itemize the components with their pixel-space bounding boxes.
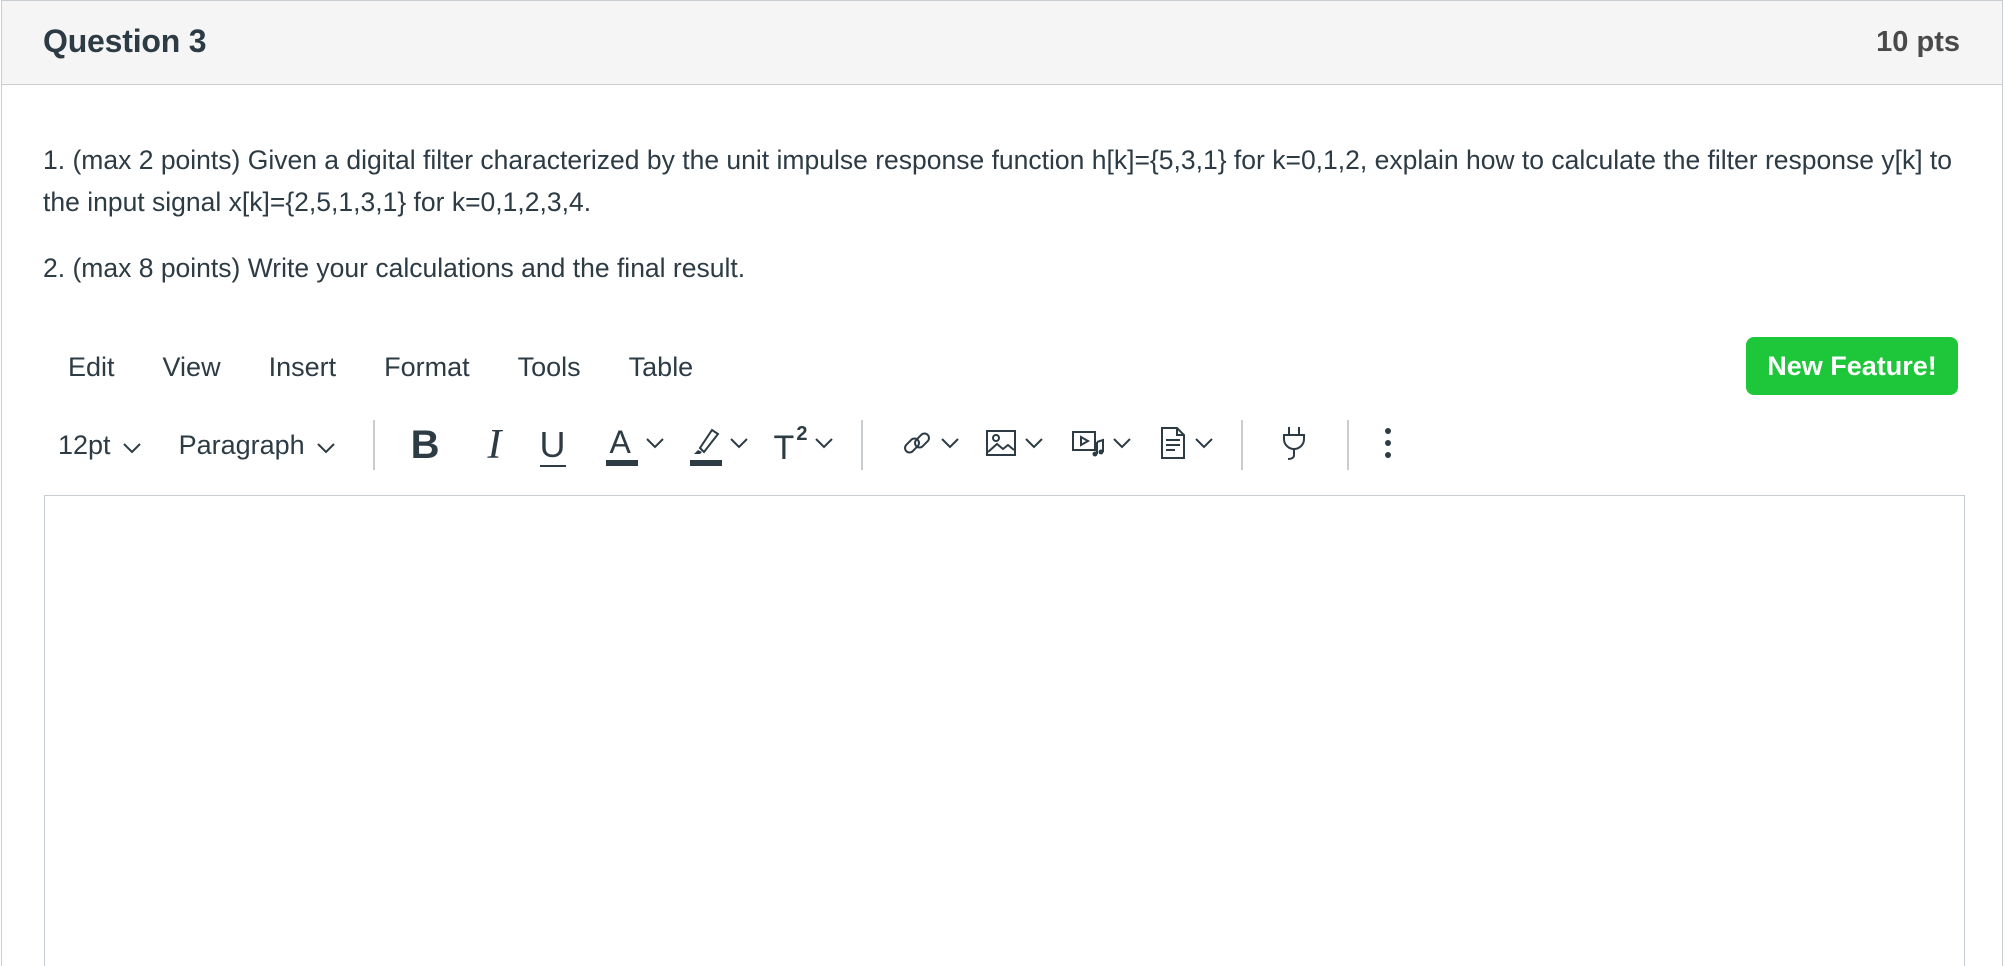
chevron-down-icon[interactable] — [1113, 436, 1132, 454]
font-size-value: 12pt — [58, 429, 111, 460]
toolbar-separator — [1241, 420, 1244, 470]
chevron-down-icon — [122, 430, 141, 461]
superscript-exp: 2 — [796, 422, 808, 445]
italic-icon: I — [487, 422, 502, 468]
link-icon — [901, 427, 933, 464]
document-button[interactable] — [1137, 419, 1219, 471]
highlight-button[interactable] — [670, 419, 754, 471]
italic-button[interactable]: I — [462, 419, 530, 471]
document-icon — [1159, 426, 1187, 465]
question-card: Question 3 10 pts 1. (max 2 points) Give… — [1, 0, 2003, 966]
question-paragraph-2: 2. (max 8 points) Write your calculation… — [43, 253, 746, 283]
highlighter-icon — [689, 424, 722, 466]
chevron-down-icon[interactable] — [815, 436, 834, 454]
menu-tools[interactable]: Tools — [494, 352, 605, 383]
menu-table[interactable]: Table — [605, 352, 718, 383]
chevron-down-icon[interactable] — [1195, 436, 1214, 454]
new-feature-button[interactable]: New Feature! — [1746, 337, 1958, 395]
chevron-down-icon[interactable] — [729, 436, 748, 454]
text-color-glyph: A — [609, 424, 631, 460]
toolbar-separator — [861, 420, 864, 470]
question-paragraph-1: 1. (max 2 points) Given a digital filter… — [43, 145, 1953, 217]
font-size-select[interactable]: 12pt — [44, 419, 155, 471]
toolbar-separator — [372, 420, 375, 470]
superscript-icon: T 2 — [774, 423, 808, 468]
toolbar-separator — [1347, 420, 1350, 470]
chevron-down-icon[interactable] — [645, 436, 664, 454]
rich-text-editor-area[interactable] — [44, 495, 1965, 966]
editor-menubar: Edit View Insert Format Tools Table — [44, 345, 717, 389]
text-color-button[interactable]: A — [596, 419, 670, 471]
question-text: 1. (max 2 points) Given a digital filter… — [43, 139, 1963, 313]
media-button[interactable] — [1049, 419, 1137, 471]
chevron-down-icon — [316, 430, 335, 461]
more-options-button[interactable] — [1377, 419, 1399, 471]
block-format-value: Paragraph — [178, 429, 305, 460]
bold-icon: B — [410, 423, 440, 467]
superscript-button[interactable]: T 2 — [754, 419, 840, 471]
underline-icon: U — [539, 424, 566, 467]
underline-button[interactable]: U — [530, 419, 596, 471]
question-points: 10 pts — [1876, 26, 1960, 58]
editor-toolbar: 12pt Paragraph B I U A T 2 — [44, 419, 1399, 471]
block-format-select[interactable]: Paragraph — [165, 419, 349, 471]
bold-button[interactable]: B — [393, 419, 462, 471]
image-icon — [985, 428, 1017, 463]
superscript-base: T — [773, 428, 795, 467]
text-color-icon: A — [605, 424, 638, 466]
media-icon — [1071, 428, 1105, 463]
question-title: Question 3 — [43, 23, 207, 59]
menu-edit[interactable]: Edit — [44, 352, 139, 383]
plug-icon — [1279, 425, 1309, 466]
question-header: Question 3 10 pts — [2, 1, 2002, 85]
menu-format[interactable]: Format — [360, 352, 494, 383]
underline-glyph: U — [539, 424, 566, 465]
menu-view[interactable]: View — [139, 352, 245, 383]
menu-insert[interactable]: Insert — [245, 352, 361, 383]
plugin-button[interactable] — [1269, 419, 1319, 471]
page: Question 3 10 pts 1. (max 2 points) Give… — [0, 0, 2005, 966]
more-vertical-icon — [1383, 426, 1393, 465]
link-button[interactable] — [891, 419, 965, 471]
chevron-down-icon[interactable] — [1025, 436, 1044, 454]
image-button[interactable] — [965, 419, 1049, 471]
chevron-down-icon[interactable] — [941, 436, 960, 454]
